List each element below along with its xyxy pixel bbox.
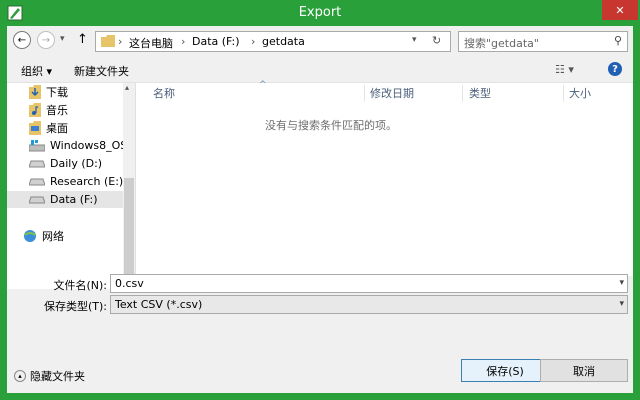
empty-folder-message: 没有与搜索条件匹配的项。 (265, 119, 397, 132)
address-dropdown-icon[interactable]: ▾ (412, 35, 417, 45)
chevron-down-icon[interactable]: ▾ (619, 275, 624, 292)
filename-label: 文件名(N): (53, 279, 107, 292)
sidebar-item-data-drive[interactable]: Data (F:) (7, 191, 123, 208)
cancel-button[interactable]: 取消 (540, 359, 628, 382)
filename-value: 0.csv (115, 277, 144, 290)
drive-icon (29, 196, 45, 203)
breadcrumb-separator: › (181, 35, 186, 48)
sidebar-item-label: 桌面 (46, 121, 68, 135)
command-bar: 组织 ▾ 新建文件夹 ☷ ▾ ? (7, 56, 633, 83)
breadcrumb-getdata[interactable]: getdata (262, 35, 305, 48)
folder-icon (101, 35, 115, 47)
search-placeholder: 搜索"getdata" (464, 37, 539, 50)
navigation-pane: 下载 音乐 桌面 Windows8_OS ( Daily (D:) Resear… (7, 83, 136, 289)
close-button[interactable]: ✕ (602, 0, 638, 20)
back-arrow-icon: ← (17, 34, 27, 46)
column-divider[interactable] (462, 85, 463, 102)
forward-arrow-icon: → (41, 34, 51, 46)
column-divider[interactable] (563, 85, 564, 102)
column-divider[interactable] (364, 85, 365, 102)
up-icon[interactable]: ↑ (77, 32, 88, 47)
sidebar-item-windows8-os[interactable]: Windows8_OS ( (29, 137, 135, 154)
column-header-name[interactable]: 名称 (153, 83, 175, 103)
search-icon[interactable]: ⚲ (614, 34, 622, 47)
export-dialog: Export ✕ ← → ▾ ↑ › 这台电脑 › Data (F:) › ge… (0, 0, 640, 400)
save-button-label: 保存(S) (486, 364, 524, 378)
back-button[interactable]: ← (13, 31, 31, 49)
breadcrumb-separator: › (251, 35, 256, 48)
close-icon: ✕ (615, 3, 625, 17)
search-box[interactable]: 搜索"getdata" ⚲ (458, 31, 628, 52)
new-folder-button[interactable]: 新建文件夹 (74, 63, 129, 79)
recent-locations-dropdown[interactable]: ▾ (60, 34, 65, 44)
chevron-down-icon[interactable]: ▾ (619, 296, 624, 313)
sidebar-item-downloads[interactable]: 下载 (29, 83, 68, 100)
os-drive-icon (29, 139, 45, 151)
sidebar-item-daily-drive[interactable]: Daily (D:) (29, 155, 102, 172)
breadcrumb-this-pc[interactable]: 这台电脑 (129, 35, 173, 51)
help-icon[interactable]: ? (608, 62, 622, 76)
sidebar-item-music[interactable]: 音乐 (29, 101, 68, 118)
filetype-value: Text CSV (*.csv) (115, 298, 203, 311)
collapse-icon: ▴ (14, 370, 26, 382)
sidebar-item-label: 下载 (46, 85, 68, 99)
organize-menu[interactable]: 组织 ▾ (21, 63, 52, 79)
hide-folders-label: 隐藏文件夹 (30, 370, 85, 383)
sidebar-item-network[interactable]: 网络 (23, 227, 64, 244)
cancel-button-label: 取消 (573, 364, 595, 378)
desktop-folder-icon (29, 120, 41, 135)
network-icon (24, 229, 36, 242)
sidebar-item-desktop[interactable]: 桌面 (29, 119, 68, 136)
hide-folders-toggle[interactable]: ▴ 隐藏文件夹 (14, 368, 85, 384)
column-header-modified[interactable]: 修改日期 (370, 83, 414, 103)
sidebar-item-label: 音乐 (46, 103, 68, 117)
refresh-icon[interactable]: ↻ (432, 34, 441, 47)
navigation-scrollbar[interactable]: ▴ (123, 83, 135, 289)
navigation-bar: ← → ▾ ↑ › 这台电脑 › Data (F:) › getdata ▾ ↻ (7, 26, 633, 56)
filetype-select[interactable]: Text CSV (*.csv) ▾ (110, 295, 628, 314)
filename-input[interactable]: 0.csv ▾ (110, 274, 628, 293)
file-list-pane: 名称 ^ 修改日期 类型 大小 没有与搜索条件匹配的项。 ‹ › (136, 80, 633, 289)
address-bar[interactable]: › 这台电脑 › Data (F:) › getdata ▾ ↻ (95, 31, 451, 52)
sidebar-item-research-drive[interactable]: Research (E:) (29, 173, 123, 190)
sidebar-item-label: Data (F:) (50, 193, 98, 206)
sidebar-item-label: 网络 (42, 229, 64, 243)
dialog-body: ← → ▾ ↑ › 这台电脑 › Data (F:) › getdata ▾ ↻ (7, 26, 633, 393)
title-bar[interactable]: Export ✕ (0, 0, 640, 26)
view-options-icon[interactable]: ☷ ▾ (555, 63, 574, 76)
breadcrumb-data-drive[interactable]: Data (F:) (192, 35, 240, 48)
scroll-up-icon[interactable]: ▴ (125, 83, 129, 92)
save-button[interactable]: 保存(S) (461, 359, 549, 382)
music-folder-icon (29, 102, 41, 117)
column-header-type[interactable]: 类型 (469, 83, 491, 103)
forward-button[interactable]: → (37, 31, 55, 49)
sidebar-item-label: Daily (D:) (50, 157, 103, 170)
scrollbar-thumb[interactable] (124, 178, 134, 278)
filetype-label: 保存类型(T): (43, 300, 107, 313)
window-title: Export (298, 5, 342, 20)
breadcrumb-separator: › (118, 35, 123, 48)
drive-icon (29, 160, 45, 167)
sidebar-item-label: Research (E:) (50, 175, 124, 188)
drive-icon (29, 178, 45, 185)
download-folder-icon (29, 84, 41, 99)
column-header-size[interactable]: 大小 (569, 83, 591, 103)
sort-indicator-icon: ^ (259, 80, 267, 90)
